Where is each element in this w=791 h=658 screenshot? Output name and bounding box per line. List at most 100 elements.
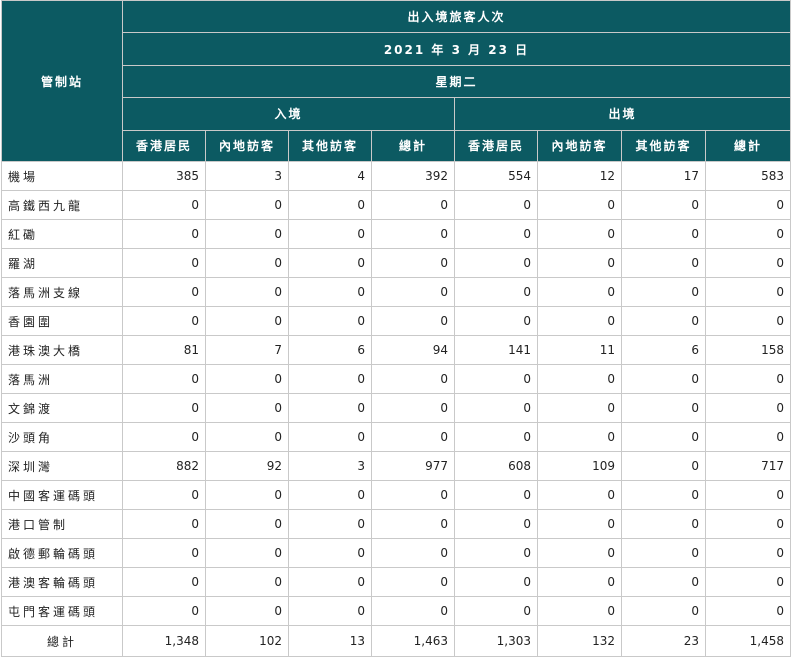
count-cell: 977 <box>371 451 455 481</box>
count-cell: 0 <box>704 306 791 336</box>
count-cell: 109 <box>537 451 622 481</box>
count-cell: 0 <box>537 422 622 452</box>
count-cell: 0 <box>454 567 538 597</box>
count-cell: 0 <box>205 567 289 597</box>
count-cell: 0 <box>371 190 455 220</box>
count-cell: 0 <box>537 393 622 423</box>
count-cell: 0 <box>454 364 538 394</box>
table-row: 港珠澳大橋 81 7 6 94 141 11 6 158 <box>1 335 791 365</box>
count-cell: 6 <box>621 335 706 365</box>
count-cell: 0 <box>288 596 372 626</box>
station-name: 紅磡 <box>1 219 123 249</box>
count-cell: 0 <box>454 277 538 307</box>
count-cell: 0 <box>288 306 372 336</box>
count-cell: 0 <box>371 596 455 626</box>
column-header: 其他訪客 <box>621 129 706 163</box>
count-cell: 0 <box>704 190 791 220</box>
column-header: 其他訪客 <box>288 129 372 163</box>
weekday-header: 星期二 <box>121 64 791 99</box>
count-cell: 0 <box>288 190 372 220</box>
arrival-group-header: 入境 <box>122 97 455 131</box>
count-cell: 0 <box>537 306 622 336</box>
table-row: 文錦渡 0 0 0 0 0 0 0 0 <box>1 393 791 423</box>
count-cell: 0 <box>122 480 206 510</box>
count-cell: 0 <box>122 277 206 307</box>
count-cell: 0 <box>454 306 538 336</box>
table-row: 中國客運碼頭 0 0 0 0 0 0 0 0 <box>1 480 791 510</box>
passenger-traffic-table: 管制站 出入境旅客人次 2021 年 3 月 23 日 星期二 入境 出境 香港… <box>1 0 791 657</box>
count-cell: 0 <box>704 219 791 249</box>
count-cell: 0 <box>621 248 706 278</box>
count-cell: 385 <box>122 161 206 191</box>
count-cell: 0 <box>704 596 791 626</box>
total-cell: 1,348 <box>122 625 206 657</box>
count-cell: 0 <box>454 596 538 626</box>
count-cell: 0 <box>537 509 622 539</box>
date-header: 2021 年 3 月 23 日 <box>121 32 791 66</box>
count-cell: 0 <box>537 190 622 220</box>
count-cell: 0 <box>122 393 206 423</box>
count-cell: 0 <box>537 364 622 394</box>
count-cell: 0 <box>205 248 289 278</box>
count-cell: 0 <box>122 248 206 278</box>
count-cell: 392 <box>371 161 455 191</box>
count-cell: 17 <box>621 161 706 191</box>
count-cell: 0 <box>454 509 538 539</box>
count-cell: 0 <box>371 248 455 278</box>
station-name: 落馬洲支線 <box>1 277 123 307</box>
count-cell: 0 <box>288 248 372 278</box>
table-row: 紅磡 0 0 0 0 0 0 0 0 <box>1 219 791 249</box>
station-name: 啟德郵輪碼頭 <box>1 538 123 568</box>
count-cell: 94 <box>371 335 455 365</box>
count-cell: 0 <box>122 596 206 626</box>
count-cell: 0 <box>621 538 706 568</box>
count-cell: 0 <box>122 567 206 597</box>
column-header: 內地訪客 <box>205 129 289 163</box>
count-cell: 0 <box>371 219 455 249</box>
count-cell: 0 <box>288 393 372 423</box>
count-cell: 0 <box>621 306 706 336</box>
count-cell: 0 <box>205 393 289 423</box>
count-cell: 0 <box>122 509 206 539</box>
count-cell: 0 <box>205 306 289 336</box>
count-cell: 0 <box>288 219 372 249</box>
count-cell: 0 <box>454 480 538 510</box>
count-cell: 0 <box>288 480 372 510</box>
count-cell: 0 <box>704 277 791 307</box>
table-row: 屯門客運碼頭 0 0 0 0 0 0 0 0 <box>1 596 791 626</box>
count-cell: 0 <box>704 422 791 452</box>
count-cell: 0 <box>205 277 289 307</box>
table-row: 香園圍 0 0 0 0 0 0 0 0 <box>1 306 791 336</box>
count-cell: 81 <box>122 335 206 365</box>
count-cell: 3 <box>205 161 289 191</box>
count-cell: 0 <box>288 277 372 307</box>
count-cell: 0 <box>122 364 206 394</box>
count-cell: 0 <box>288 509 372 539</box>
count-cell: 0 <box>288 567 372 597</box>
count-cell: 0 <box>537 219 622 249</box>
count-cell: 7 <box>205 335 289 365</box>
station-name: 落馬洲 <box>1 364 123 394</box>
count-cell: 0 <box>288 422 372 452</box>
count-cell: 0 <box>537 248 622 278</box>
count-cell: 0 <box>704 538 791 568</box>
count-cell: 0 <box>205 364 289 394</box>
count-cell: 0 <box>205 422 289 452</box>
count-cell: 0 <box>621 509 706 539</box>
column-header: 總計 <box>704 129 791 163</box>
station-name: 文錦渡 <box>1 393 123 423</box>
count-cell: 583 <box>704 161 791 191</box>
count-cell: 0 <box>704 509 791 539</box>
total-cell: 132 <box>537 625 622 657</box>
count-cell: 0 <box>537 277 622 307</box>
station-name: 港口管制 <box>1 509 123 539</box>
count-cell: 0 <box>122 422 206 452</box>
count-cell: 0 <box>537 480 622 510</box>
count-cell: 0 <box>454 219 538 249</box>
table-body: 機場 385 3 4 392 554 12 17 583 高鐵西九龍 0 0 0 0 0 0 0 0 紅磡 0 0 0 0 0… <box>1 161 791 626</box>
count-cell: 0 <box>205 596 289 626</box>
count-cell: 554 <box>454 161 538 191</box>
count-cell: 0 <box>371 393 455 423</box>
count-cell: 0 <box>621 219 706 249</box>
count-cell: 0 <box>371 509 455 539</box>
